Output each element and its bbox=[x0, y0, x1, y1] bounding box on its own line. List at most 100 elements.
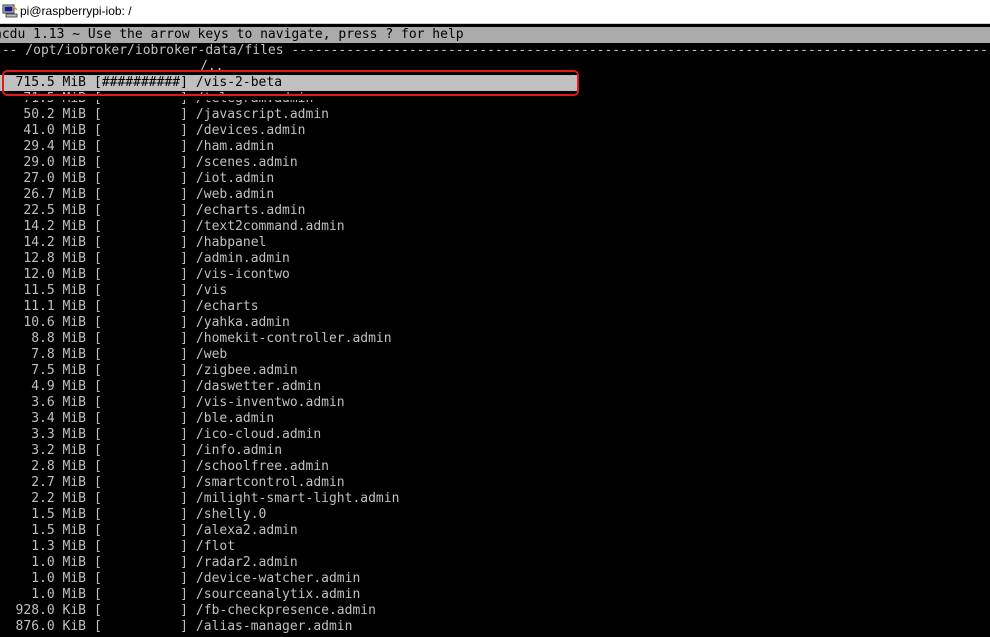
directory-name: /vis-icontwo bbox=[195, 267, 290, 282]
directory-name: /ble.admin bbox=[195, 411, 275, 426]
directory-name: /vis-inventwo.admin bbox=[195, 395, 345, 410]
usage-bar: [ ] bbox=[94, 187, 188, 202]
directory-row[interactable]: 1.3 MiB [ ] /flot bbox=[0, 539, 990, 555]
directory-row[interactable]: 2.8 MiB [ ] /schoolfree.admin bbox=[0, 459, 990, 475]
directory-size: 2.8 MiB bbox=[31, 459, 86, 474]
directory-row[interactable]: 876.0 KiB [ ] /alias-manager.admin bbox=[0, 619, 990, 635]
directory-row[interactable]: 22.5 MiB [ ] /echarts.admin bbox=[0, 203, 990, 219]
directory-size: 12.8 MiB bbox=[23, 251, 86, 266]
usage-bar: [ ] bbox=[94, 379, 188, 394]
parent-directory-entry[interactable]: /.. bbox=[0, 59, 223, 75]
directory-row[interactable]: 2.2 MiB [ ] /milight-smart-light.admin bbox=[0, 491, 990, 507]
directory-size: 928.0 KiB bbox=[15, 603, 86, 618]
row-clip bbox=[0, 96, 990, 100]
directory-row-selected[interactable]: 715.5 MiB [##########] /vis-2-beta bbox=[0, 75, 578, 91]
ncdu-header: ncdu 1.13 ~ Use the arrow keys to naviga… bbox=[0, 27, 990, 43]
usage-bar: [ ] bbox=[94, 475, 188, 490]
usage-bar: [ ] bbox=[94, 427, 188, 442]
usage-bar: [ ] bbox=[94, 235, 188, 250]
directory-row[interactable]: 3.4 MiB [ ] /ble.admin bbox=[0, 411, 990, 427]
usage-bar: [ ] bbox=[94, 539, 188, 554]
directory-name: /sourceanalytix.admin bbox=[195, 587, 361, 602]
usage-bar: [ ] bbox=[94, 155, 188, 170]
usage-bar: [ ] bbox=[94, 619, 188, 634]
directory-row[interactable]: 3.6 MiB [ ] /vis-inventwo.admin bbox=[0, 395, 990, 411]
directory-size: 4.9 MiB bbox=[31, 379, 86, 394]
usage-bar: [ ] bbox=[94, 123, 188, 138]
directory-row[interactable]: 11.5 MiB [ ] /vis bbox=[0, 283, 990, 299]
usage-bar: [ ] bbox=[94, 171, 188, 186]
directory-row[interactable]: 50.2 MiB [ ] /javascript.admin bbox=[0, 107, 990, 123]
window-title: pi@raspberrypi-iob: / bbox=[20, 4, 132, 18]
directory-size: 1.0 MiB bbox=[31, 587, 86, 602]
directory-name: /flot bbox=[195, 539, 236, 554]
directory-size: 7.8 MiB bbox=[31, 347, 86, 362]
directory-row[interactable]: 12.0 MiB [ ] /vis-icontwo bbox=[0, 267, 990, 283]
directory-row[interactable]: 10.6 MiB [ ] /yahka.admin bbox=[0, 315, 990, 331]
directory-size: 50.2 MiB bbox=[23, 107, 86, 122]
directory-name: /habpanel bbox=[195, 235, 267, 250]
directory-name: /radar2.admin bbox=[195, 555, 298, 570]
directory-row[interactable]: 1.5 MiB [ ] /alexa2.admin bbox=[0, 523, 990, 539]
directory-size: 2.2 MiB bbox=[31, 491, 86, 506]
directory-row[interactable]: 8.8 MiB [ ] /homekit-controller.admin bbox=[0, 331, 990, 347]
directory-name: /ico-cloud.admin bbox=[195, 427, 322, 442]
usage-bar: [ ] bbox=[94, 347, 188, 362]
directory-row[interactable]: 12.8 MiB [ ] /admin.admin bbox=[0, 251, 990, 267]
directory-row[interactable]: 4.9 MiB [ ] /daswetter.admin bbox=[0, 379, 990, 395]
directory-size: 11.5 MiB bbox=[23, 283, 86, 298]
directory-row[interactable]: 928.0 KiB [ ] /fb-checkpresence.admin bbox=[0, 603, 990, 619]
usage-bar: [##########] bbox=[94, 75, 188, 90]
usage-bar: [ ] bbox=[94, 459, 188, 474]
usage-bar: [ ] bbox=[94, 363, 188, 378]
usage-bar: [ ] bbox=[94, 411, 188, 426]
directory-size: 1.0 MiB bbox=[31, 571, 86, 586]
directory-size: 11.1 MiB bbox=[23, 299, 86, 314]
usage-bar: [ ] bbox=[94, 107, 188, 122]
directory-row[interactable]: 1.5 MiB [ ] /shelly.0 bbox=[0, 507, 990, 523]
usage-bar: [ ] bbox=[94, 219, 188, 234]
directory-row[interactable]: 41.0 MiB [ ] /devices.admin bbox=[0, 123, 990, 139]
directory-size: 27.0 MiB bbox=[23, 171, 86, 186]
directory-row[interactable]: 7.5 MiB [ ] /zigbee.admin bbox=[0, 363, 990, 379]
directory-name: /shelly.0 bbox=[195, 507, 267, 522]
usage-bar: [ ] bbox=[94, 555, 188, 570]
directory-row[interactable]: 29.4 MiB [ ] /ham.admin bbox=[0, 139, 990, 155]
directory-row[interactable]: 1.0 MiB [ ] /radar2.admin bbox=[0, 555, 990, 571]
directory-row[interactable]: 27.0 MiB [ ] /iot.admin bbox=[0, 171, 990, 187]
directory-size: 29.4 MiB bbox=[23, 139, 86, 154]
directory-size: 3.3 MiB bbox=[31, 427, 86, 442]
usage-bar: [ ] bbox=[94, 283, 188, 298]
directory-row[interactable]: 11.1 MiB [ ] /echarts bbox=[0, 299, 990, 315]
directory-name: /yahka.admin bbox=[195, 315, 290, 330]
terminal-screen[interactable]: ncdu 1.13 ~ Use the arrow keys to naviga… bbox=[0, 24, 990, 637]
directory-row[interactable]: 26.7 MiB [ ] /web.admin bbox=[0, 187, 990, 203]
directory-name: /web bbox=[195, 347, 228, 362]
usage-bar: [ ] bbox=[94, 139, 188, 154]
directory-name: /scenes.admin bbox=[195, 155, 298, 170]
directory-row[interactable]: 29.0 MiB [ ] /scenes.admin bbox=[0, 155, 990, 171]
directory-row[interactable]: 3.2 MiB [ ] /info.admin bbox=[0, 443, 990, 459]
directory-row[interactable]: 14.2 MiB [ ] /text2command.admin bbox=[0, 219, 990, 235]
directory-row[interactable]: 7.8 MiB [ ] /web bbox=[0, 347, 990, 363]
directory-name: /text2command.admin bbox=[195, 219, 345, 234]
directory-size: 1.5 MiB bbox=[31, 507, 86, 522]
directory-size: 7.5 MiB bbox=[31, 363, 86, 378]
directory-size: 715.5 MiB bbox=[15, 75, 86, 90]
usage-bar: [ ] bbox=[94, 523, 188, 538]
directory-size: 26.7 MiB bbox=[23, 187, 86, 202]
usage-bar: [ ] bbox=[94, 507, 188, 522]
directory-name: /zigbee.admin bbox=[195, 363, 298, 378]
usage-bar: [ ] bbox=[94, 571, 188, 586]
directory-row[interactable]: 2.7 MiB [ ] /smartcontrol.admin bbox=[0, 475, 990, 491]
directory-name: /milight-smart-light.admin bbox=[195, 491, 400, 506]
directory-row[interactable]: 1.0 MiB [ ] /device-watcher.admin bbox=[0, 571, 990, 587]
directory-row[interactable]: 3.3 MiB [ ] /ico-cloud.admin bbox=[0, 427, 990, 443]
directory-size: 10.6 MiB bbox=[23, 315, 86, 330]
directory-row[interactable]: 14.2 MiB [ ] /habpanel bbox=[0, 235, 990, 251]
directory-size: 1.5 MiB bbox=[31, 523, 86, 538]
directory-row[interactable]: 1.0 MiB [ ] /sourceanalytix.admin bbox=[0, 587, 990, 603]
directory-size: 12.0 MiB bbox=[23, 267, 86, 282]
directory-name: /device-watcher.admin bbox=[195, 571, 361, 586]
directory-name: /fb-checkpresence.admin bbox=[195, 603, 376, 618]
